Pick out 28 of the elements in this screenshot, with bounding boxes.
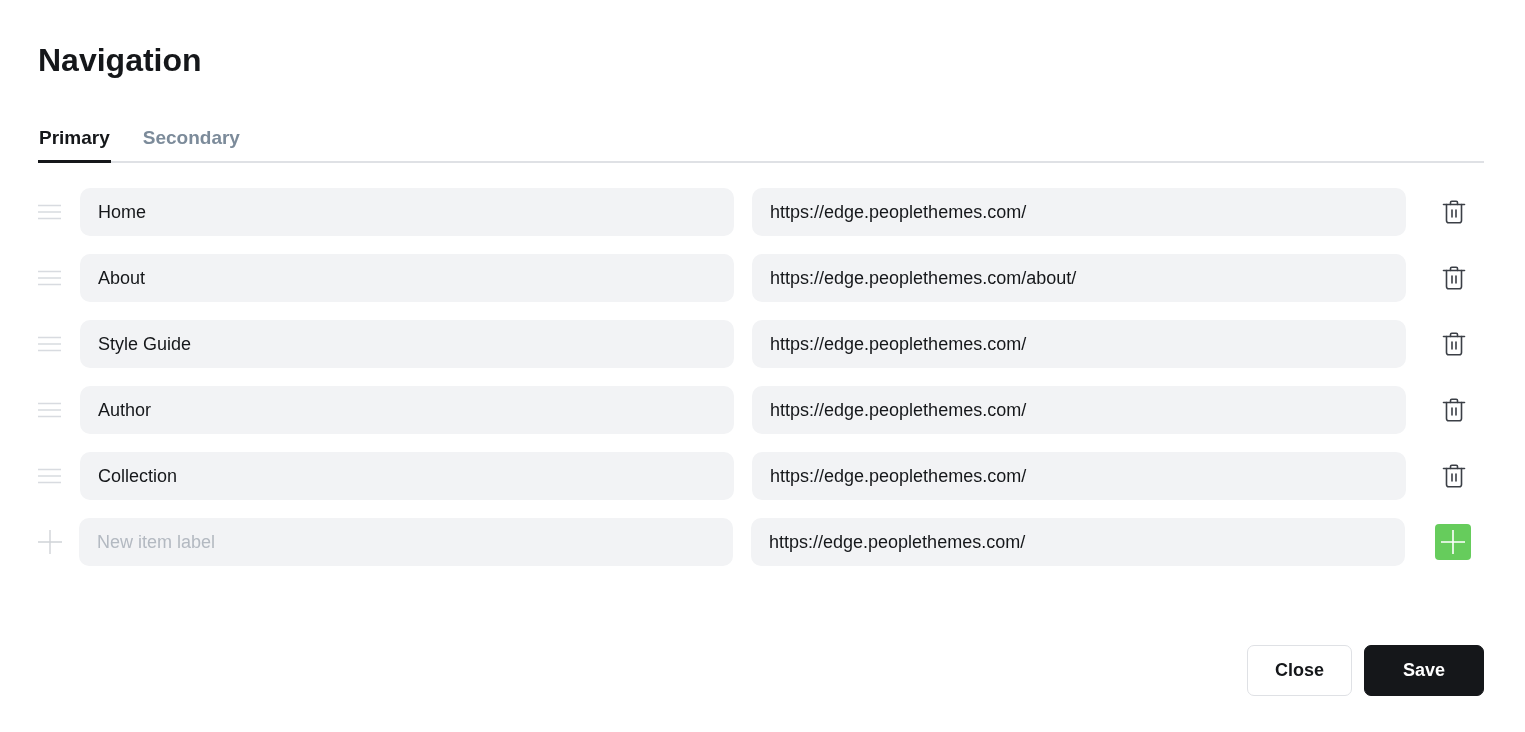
drag-handle-icon[interactable] [38,402,61,418]
url-field[interactable]: https://edge.peoplethemes.com/ [752,452,1406,500]
trash-icon[interactable] [1442,464,1466,488]
label-field[interactable]: About [80,254,734,302]
url-field[interactable]: https://edge.peoplethemes.com/ [752,386,1406,434]
save-button[interactable]: Save [1364,645,1484,696]
url-field[interactable]: https://edge.peoplethemes.com/about/ [752,254,1406,302]
add-icon[interactable] [1435,524,1471,560]
drag-handle-icon[interactable] [38,270,61,286]
new-label-field[interactable]: New item label [79,518,733,566]
dialog-title: Navigation [38,41,203,80]
trash-icon[interactable] [1442,332,1466,356]
label-field[interactable]: Author [80,386,734,434]
url-field[interactable]: https://edge.peoplethemes.com/ [751,518,1405,566]
url-field[interactable]: https://edge.peoplethemes.com/ [752,320,1406,368]
plus-icon [38,530,62,554]
drag-handle-icon[interactable] [38,336,61,352]
url-field[interactable]: https://edge.peoplethemes.com/ [752,188,1406,236]
trash-icon[interactable] [1442,398,1466,422]
drag-handle-icon[interactable] [38,204,61,220]
drag-handle-icon[interactable] [38,468,61,484]
trash-icon[interactable] [1442,266,1466,290]
label-field[interactable]: Home [80,188,734,236]
tab[interactable]: Primary [38,123,111,163]
label-field[interactable]: Collection [80,452,734,500]
close-button[interactable]: Close [1247,645,1352,696]
trash-icon[interactable] [1442,200,1466,224]
label-field[interactable]: Style Guide [80,320,734,368]
